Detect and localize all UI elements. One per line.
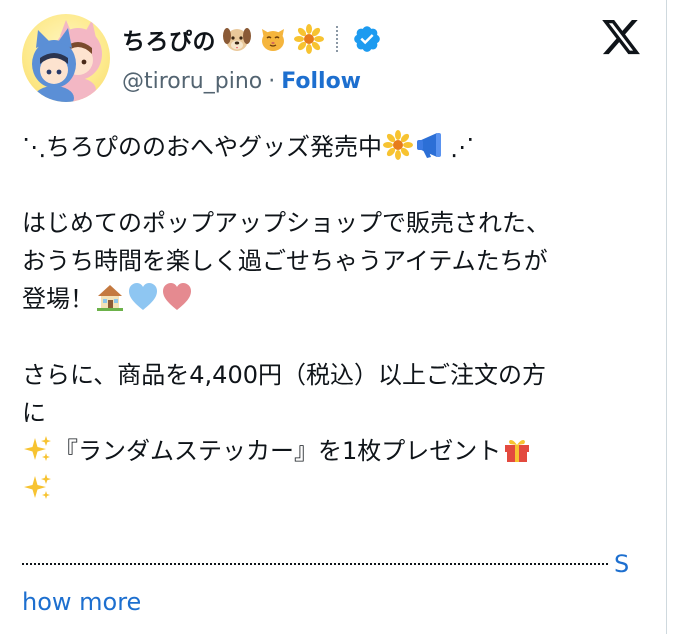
truncation-divider xyxy=(22,563,608,565)
tweet-line-3: おうち時間を楽しく過ごせちゃうアイテムたちが xyxy=(22,247,548,275)
handle[interactable]: @tiroru_pino xyxy=(122,69,262,94)
avatar[interactable] xyxy=(22,14,110,102)
tweet-card: ちろぴの @tiroru_pino · Follow ⋱ちろぴののおへやグッズ発… xyxy=(0,0,667,634)
tweet-line-5: さらに、商品を4,400円（税込）以上ご注文の方 xyxy=(22,361,546,389)
tweet-line-1-text: ⋱ちろぴののおへやグッズ発売中 xyxy=(22,133,382,161)
tweet-line-4: 登場！ xyxy=(22,280,642,318)
name-row: ちろぴの xyxy=(122,22,382,56)
megaphone-icon xyxy=(417,133,441,158)
blossom-icon xyxy=(383,130,413,160)
avatar-illustration xyxy=(32,20,102,102)
follow-button[interactable]: Follow xyxy=(281,69,361,94)
display-name[interactable]: ちろぴの xyxy=(122,22,216,56)
light-blue-heart-icon xyxy=(129,283,157,310)
dog-face-icon xyxy=(223,28,251,51)
house-with-garden-icon xyxy=(97,285,123,311)
name-divider xyxy=(336,26,340,52)
tweet-line-2: はじめてのポップアップショップで販売された、 xyxy=(22,209,550,237)
handle-row: @tiroru_pino · Follow xyxy=(122,66,361,96)
tweet-line-7-text: 『ランダムステッカー』を1枚プレゼント xyxy=(54,437,502,465)
verified-badge-icon xyxy=(354,26,380,52)
show-more-link-start[interactable]: S xyxy=(614,550,629,578)
tweet-line-8 xyxy=(22,470,642,508)
dot-separator: · xyxy=(268,68,276,94)
sparkles-icon xyxy=(24,474,51,499)
pink-heart-icon xyxy=(163,283,191,310)
tweet-text: ⋱ちろぴののおへやグッズ発売中 ⋰ はじめてのポップアップショップで販売された、 … xyxy=(22,128,642,508)
show-more-link[interactable]: how more xyxy=(22,588,141,616)
tweet-line-4-text: 登場！ xyxy=(22,285,94,313)
x-logo-icon[interactable] xyxy=(598,16,644,58)
tweet-line-1: ⋱ちろぴののおへやグッズ発売中 ⋰ xyxy=(22,128,642,166)
gift-icon xyxy=(505,439,530,462)
cat-face-icon xyxy=(262,29,284,51)
tweet-line-7: 『ランダムステッカー』を1枚プレゼント xyxy=(22,432,642,470)
sparkles-icon xyxy=(24,436,51,461)
tweet-line-6: に xyxy=(22,399,46,427)
tweet-line-1-tail: ⋰ xyxy=(450,133,474,161)
blossom-icon xyxy=(294,24,324,54)
